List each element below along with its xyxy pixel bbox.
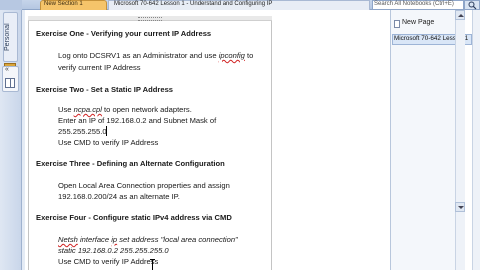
netsh-command: Netsh [58,235,78,244]
page-tabs-pane [390,10,455,270]
ipconfig-command: ipconfig [218,51,245,60]
navigation-bar-header [0,0,22,10]
search-placeholder: Search All Notebooks (Ctrl+E) [374,1,454,7]
exercise-three-heading: Exercise Three - Defining an Alternate C… [36,159,225,168]
text-caret [106,126,107,136]
section-tab-label: New Section 1 [44,1,83,7]
exercise-four-line-1: Netsh interface ip set address "local ar… [58,235,238,245]
exercise-four-line-3: Use CMD to verify IP Address [58,257,159,266]
exercise-two-heading: Exercise Two - Set a Static IP Address [36,85,174,94]
text-run: to [244,51,254,60]
text-run: Use [58,105,74,114]
chevron-down-icon [458,206,464,209]
new-page-label: New Page [402,19,435,26]
exercise-one-line-2: verify current IP Address [58,63,141,72]
text-run: interface [77,235,112,244]
notebook-tab-label: Personal [4,23,11,51]
page-title: Microsoft 70-642 Lesson 1 - Understand a… [114,1,273,7]
exercise-one-line-1: Log onto DCSRV1 as an Administrator and … [58,51,253,61]
exercise-two-line-1: Use ncpa.cpl to open network adapters. [58,105,192,115]
ncpa-command: ncpa.cpl [73,105,102,114]
window-right-edge [472,10,480,270]
exercise-two-line-2: Enter an IP of 192.168.0.2 and Subnet Ma… [58,116,217,125]
note-outline-grip[interactable] [28,16,272,21]
scroll-down-button[interactable] [455,202,465,212]
text-run: to open network adapters. [101,105,192,114]
exercise-one-heading: Exercise One - Verifying your current IP… [36,29,212,38]
unfiled-notes-icon[interactable] [5,78,15,88]
scroll-up-button[interactable] [455,10,465,20]
exercise-three-line-1: Open Local Area Connection properties an… [58,181,230,190]
new-page-icon [394,20,400,28]
chevron-up-icon [458,14,464,17]
exercise-four-heading: Exercise Four - Configure static IPv4 ad… [36,213,232,222]
exercise-three-line-2: 192.168.0.200/24 as an alternate IP. [58,192,180,201]
exercise-two-line-3: 255.255.255.0 [58,127,107,136]
search-button[interactable] [464,0,480,10]
exercise-four-line-2: static 192.168.0.2 255.255.255.0 [58,246,169,255]
collapse-navigation-icon[interactable]: « [5,66,9,73]
canvas-edge [22,10,25,270]
text-run: Log onto DCSRV1 as an Administrator and … [58,51,219,60]
mouse-ibeam-cursor [150,259,155,270]
text-run: set address "local area connection" [117,235,238,244]
search-icon [468,1,477,10]
exercise-two-line-4: Use CMD to verify IP Address [58,138,159,147]
vertical-scrollbar[interactable] [455,10,465,270]
